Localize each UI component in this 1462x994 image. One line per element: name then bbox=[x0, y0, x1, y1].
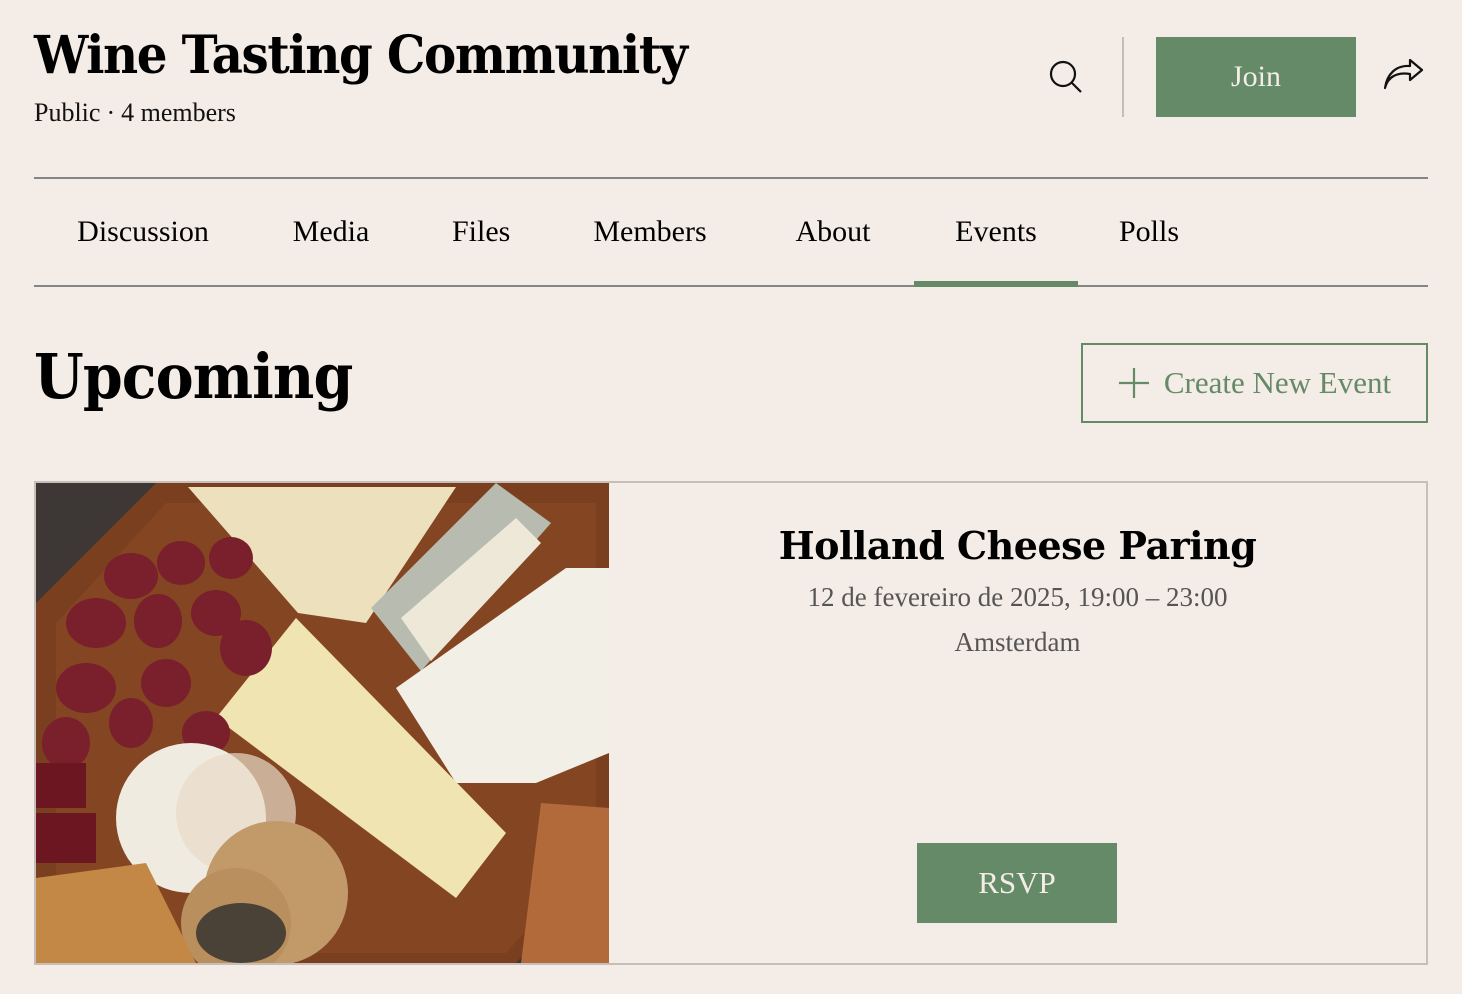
group-tabs: Discussion Media Files Members About Eve… bbox=[34, 177, 1428, 287]
member-count[interactable]: 4 members bbox=[121, 98, 236, 127]
group-header: Wine Tasting Community Public · 4 members bbox=[34, 22, 736, 128]
join-button[interactable]: Join bbox=[1156, 37, 1356, 117]
header-divider bbox=[1122, 37, 1124, 117]
tab-about[interactable]: About bbox=[790, 179, 876, 285]
tab-members[interactable]: Members bbox=[590, 179, 710, 285]
section-title-upcoming: Upcoming bbox=[34, 340, 353, 413]
tab-events[interactable]: Events bbox=[914, 179, 1078, 287]
share-icon bbox=[1383, 58, 1424, 90]
tab-files[interactable]: Files bbox=[452, 179, 510, 285]
event-title[interactable]: Holland Cheese Paring bbox=[609, 523, 1426, 568]
search-button[interactable] bbox=[1046, 57, 1086, 97]
create-new-event-button[interactable]: Create New Event bbox=[1081, 343, 1428, 423]
event-card[interactable]: Holland Cheese Paring 12 de fevereiro de… bbox=[34, 481, 1428, 965]
event-image[interactable] bbox=[36, 483, 609, 963]
group-visibility: Public bbox=[34, 98, 101, 127]
tab-polls[interactable]: Polls bbox=[1118, 179, 1180, 285]
tab-media[interactable]: Media bbox=[292, 179, 370, 285]
group-title: Wine Tasting Community bbox=[34, 25, 688, 86]
event-details: Holland Cheese Paring 12 de fevereiro de… bbox=[609, 483, 1426, 963]
event-location: Amsterdam bbox=[954, 627, 1081, 657]
plus-icon bbox=[1118, 368, 1149, 398]
group-meta: Public · 4 members bbox=[34, 98, 736, 128]
search-icon bbox=[1049, 60, 1082, 93]
cheese-board-photo bbox=[36, 483, 609, 963]
rsvp-button[interactable]: RSVP bbox=[917, 843, 1117, 923]
meta-separator: · bbox=[106, 98, 116, 127]
tab-discussion[interactable]: Discussion bbox=[76, 179, 210, 285]
event-date: 12 de fevereiro de 2025, 19:00 – 23:00 bbox=[807, 582, 1228, 612]
create-new-event-label: Create New Event bbox=[1163, 365, 1392, 400]
share-button[interactable] bbox=[1382, 56, 1426, 96]
